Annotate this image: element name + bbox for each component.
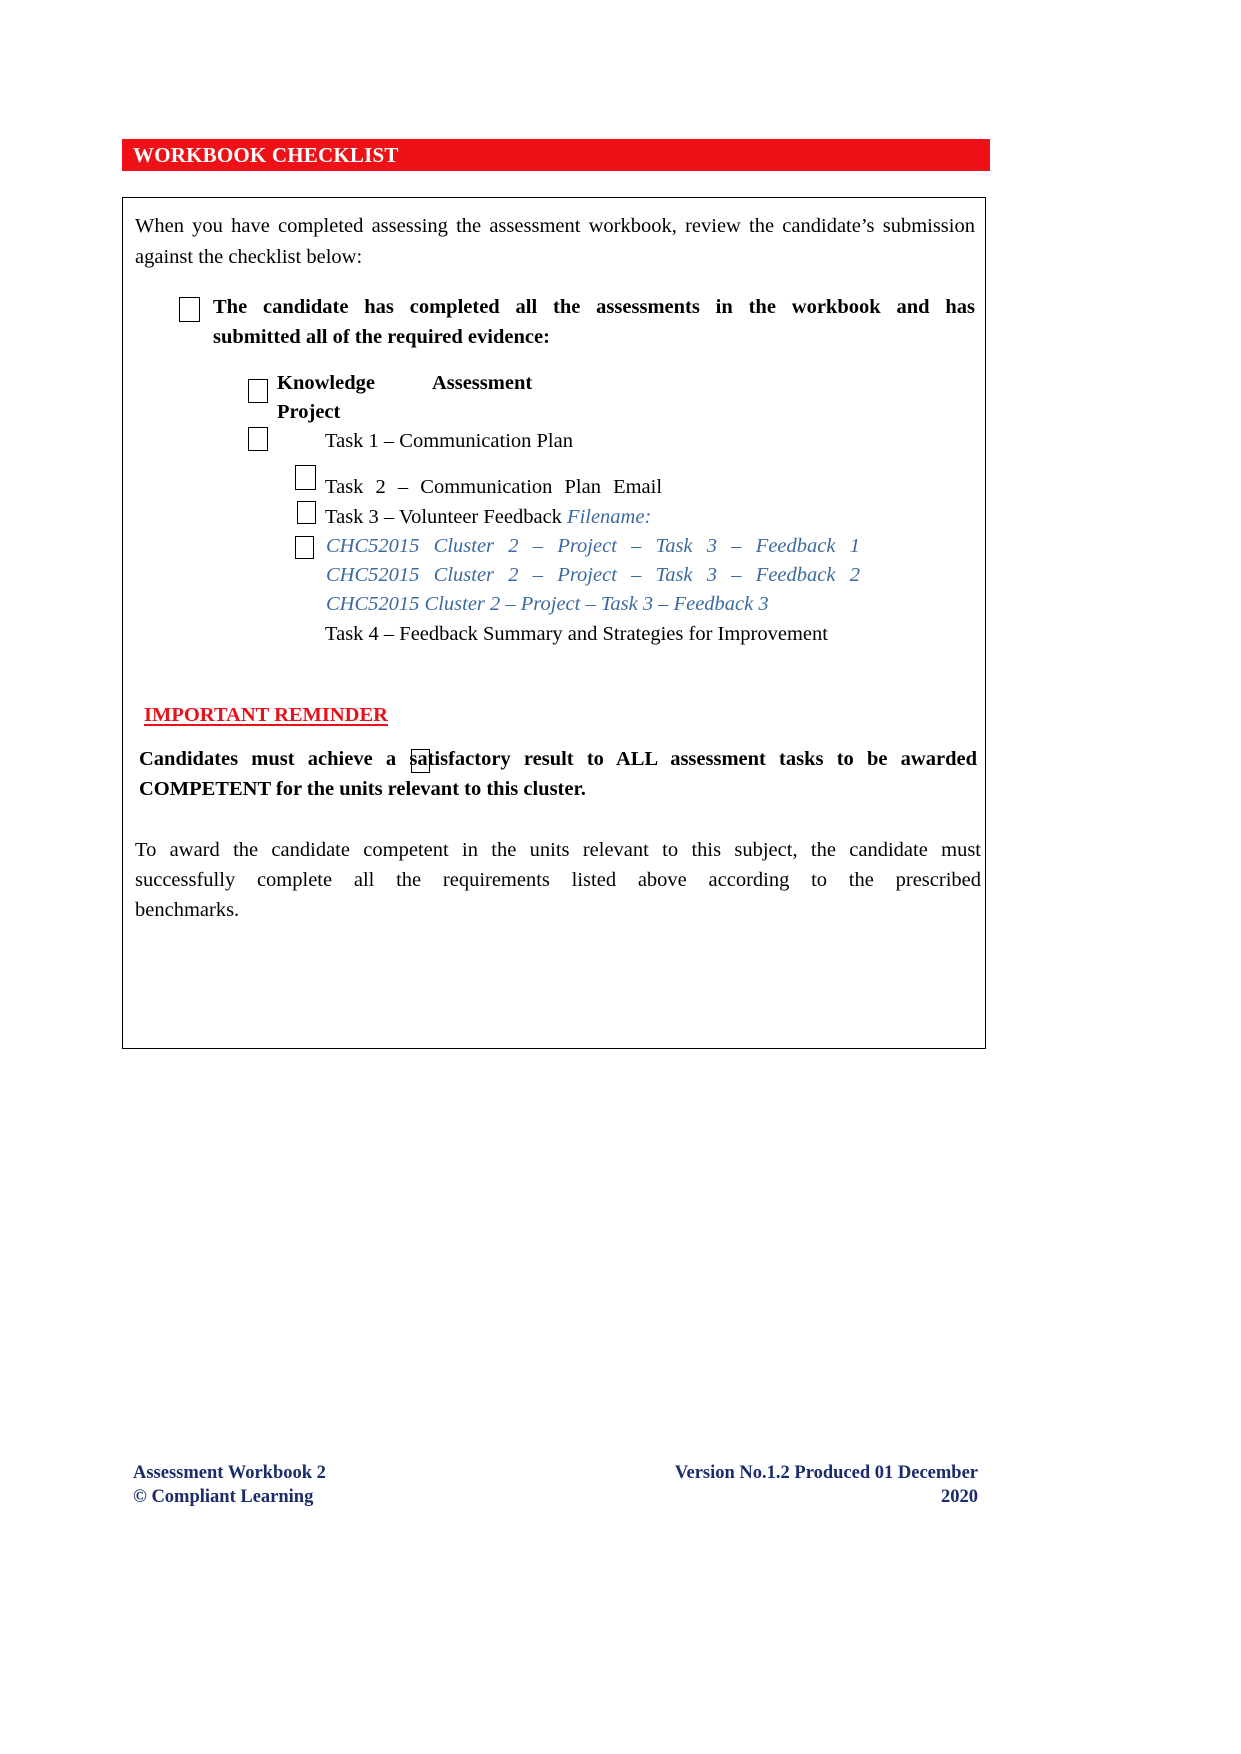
checkbox-task-3[interactable] xyxy=(297,501,316,524)
checklist-item-main-text: The candidate has completed all the asse… xyxy=(213,292,975,352)
reminder-paragraph-line2: COMPETENT for the units relevant to this… xyxy=(139,778,586,800)
document-page: WORKBOOK CHECKLIST When you have complet… xyxy=(0,0,1241,1754)
label-task-3: Task 3 – Volunteer Feedback xyxy=(325,506,562,528)
footer-left-line2: © Compliant Learning xyxy=(133,1487,314,1507)
checkbox-stray-overlap[interactable] xyxy=(411,749,430,773)
label-knowledge: Knowledge xyxy=(277,372,375,394)
footer-right: Version No.1.2 Produced 01 December 2020 xyxy=(675,1461,978,1509)
checklist-item-main-line2: submitted all of the required evidence: xyxy=(213,326,550,348)
checkbox-task-2[interactable] xyxy=(295,465,316,490)
reminder-paragraph: Candidates must achieve a satisfactory r… xyxy=(139,744,977,804)
checkbox-task-1[interactable] xyxy=(248,427,268,451)
checkbox-knowledge-assessment[interactable] xyxy=(248,379,268,403)
checklist-item-project: Project xyxy=(277,401,341,423)
filename-3: CHC52015 Cluster 2 – Project – Task 3 – … xyxy=(326,593,769,615)
checklist-item-task-1: Task 1 – Communication Plan xyxy=(325,430,573,452)
page-title: WORKBOOK CHECKLIST xyxy=(133,142,399,167)
checklist-item-main[interactable]: The candidate has completed all the asse… xyxy=(135,292,975,352)
filename-2: CHC52015 Cluster 2 – Project – Task 3 – … xyxy=(326,564,860,586)
checklist-item-task-4: Task 4 – Feedback Summary and Strategies… xyxy=(325,623,828,645)
checklist-nested-group: Knowledge Assessment Project Task 1 – Com… xyxy=(135,369,975,669)
reminder-paragraph-line1: Candidates must achieve a satisfactory r… xyxy=(139,748,977,770)
closing-paragraph: To award the candidate competent in the … xyxy=(135,835,981,925)
footer-right-line2: 2020 xyxy=(941,1487,978,1507)
footer-right-line1: Version No.1.2 Produced 01 December xyxy=(674,1463,978,1483)
closing-paragraph-line2: successfully complete all the requiremen… xyxy=(135,869,981,891)
intro-paragraph: When you have completed assessing the as… xyxy=(135,215,975,268)
workbook-checklist-header-banner: WORKBOOK CHECKLIST xyxy=(122,139,990,171)
checklist-item-main-line1: The candidate has completed all the asse… xyxy=(213,296,975,318)
closing-paragraph-line1: To award the candidate competent in the … xyxy=(135,839,981,861)
checklist-inner: When you have completed assessing the as… xyxy=(123,211,985,921)
filename-3-row: CHC52015 Cluster 2 – Project – Task 3 – … xyxy=(326,590,769,618)
filename-1-row: CHC52015 Cluster 2 – Project – Task 3 – … xyxy=(326,532,860,560)
filename-1: CHC52015 Cluster 2 – Project – Task 3 – … xyxy=(326,535,860,557)
page-footer: Assessment Workbook 2 © Compliant Learni… xyxy=(133,1461,978,1509)
checkbox-task-3-files[interactable] xyxy=(295,536,314,559)
closing-paragraph-line3: benchmarks. xyxy=(135,899,240,921)
checklist-item-knowledge-assessment: Knowledge Assessment xyxy=(277,369,532,397)
checkbox-main-evidence[interactable] xyxy=(179,297,200,322)
checklist-item-task-2: Task 2 – Communication Plan Email xyxy=(325,476,663,498)
footer-left: Assessment Workbook 2 © Compliant Learni… xyxy=(133,1461,326,1509)
checklist-item-task-3: Task 3 – Volunteer Feedback Filename: xyxy=(325,503,651,531)
footer-left-line1: Assessment Workbook 2 xyxy=(133,1463,326,1483)
important-reminder-heading: IMPORTANT REMINDER xyxy=(144,704,388,726)
filename-2-row: CHC52015 Cluster 2 – Project – Task 3 – … xyxy=(326,561,860,589)
checklist-content-box: When you have completed assessing the as… xyxy=(122,197,986,1049)
label-assessment: Assessment xyxy=(431,372,533,394)
label-task-3-filename: Filename: xyxy=(567,506,652,528)
